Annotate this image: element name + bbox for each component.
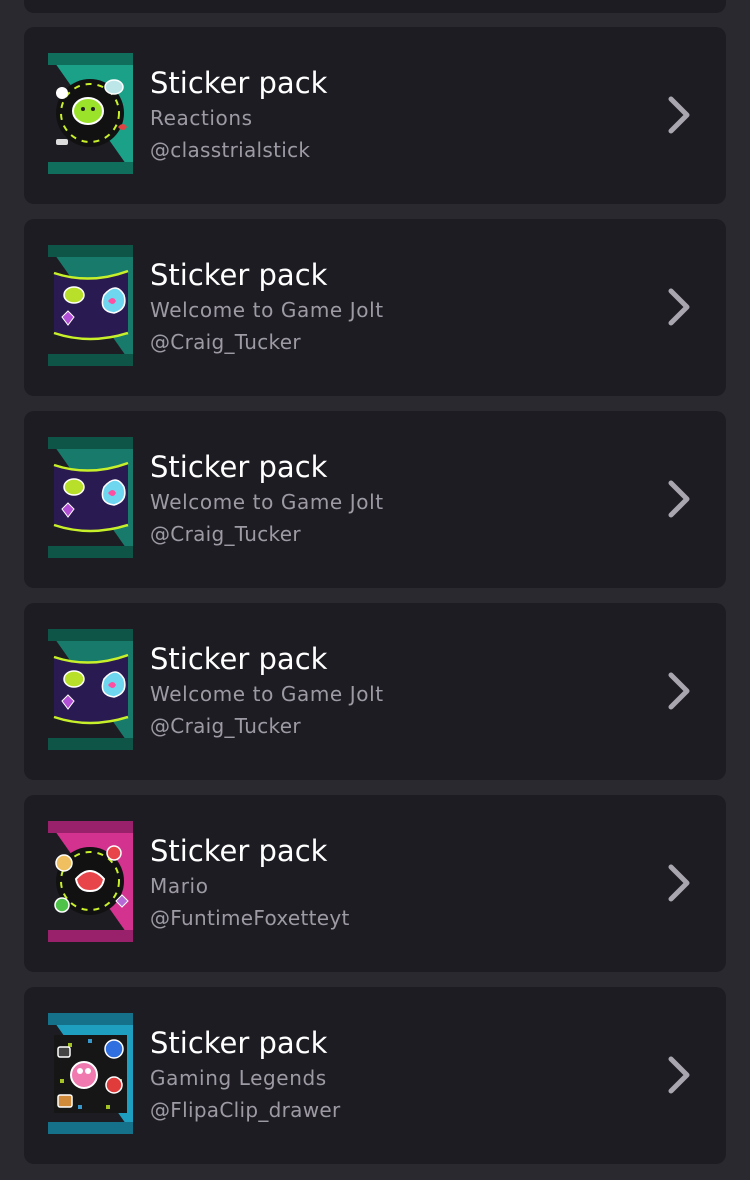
- sticker-pack-card-mario[interactable]: Sticker pack Mario @FuntimeFoxetteyt: [24, 795, 726, 972]
- pack-name: Welcome to Game Jolt: [150, 298, 384, 322]
- sticker-pack-icon: [48, 1009, 133, 1138]
- card-title: Sticker pack: [150, 258, 328, 292]
- sticker-pack-icon: [48, 241, 133, 370]
- pack-author[interactable]: @FlipaClip_drawer: [150, 1097, 341, 1123]
- sticker-pack-card-welcome[interactable]: Sticker pack Welcome to Game Jolt @Craig…: [24, 219, 726, 396]
- chevron-right-icon[interactable]: [664, 671, 694, 711]
- pack-name: Reactions: [150, 106, 253, 130]
- sticker-pack-icon: [48, 817, 133, 946]
- pack-author[interactable]: @Craig_Tucker: [150, 329, 301, 355]
- chevron-right-icon[interactable]: [664, 863, 694, 903]
- sticker-pack-card-gaming-legends[interactable]: Sticker pack Gaming Legends @FlipaClip_d…: [24, 987, 726, 1164]
- chevron-right-icon[interactable]: [664, 479, 694, 519]
- pack-name: Welcome to Game Jolt: [150, 682, 384, 706]
- pack-name: Mario: [150, 874, 209, 898]
- sticker-pack-card-welcome[interactable]: Sticker pack Welcome to Game Jolt @Craig…: [24, 411, 726, 588]
- pack-author[interactable]: @Craig_Tucker: [150, 521, 301, 547]
- previous-card-edge: [24, 0, 726, 13]
- pack-author[interactable]: @Craig_Tucker: [150, 713, 301, 739]
- chevron-right-icon[interactable]: [664, 287, 694, 327]
- pack-name: Gaming Legends: [150, 1066, 327, 1090]
- sticker-pack-card-welcome[interactable]: Sticker pack Welcome to Game Jolt @Craig…: [24, 603, 726, 780]
- sticker-pack-icon: [48, 49, 133, 178]
- sticker-pack-icon: [48, 625, 133, 754]
- pack-author[interactable]: @classtrialstick: [150, 137, 310, 163]
- chevron-right-icon[interactable]: [664, 95, 694, 135]
- card-title: Sticker pack: [150, 66, 328, 100]
- card-title: Sticker pack: [150, 834, 328, 868]
- sticker-pack-list: Sticker pack Reactions @classtrialstick …: [0, 0, 750, 1180]
- card-title: Sticker pack: [150, 1026, 328, 1060]
- card-title: Sticker pack: [150, 642, 328, 676]
- card-title: Sticker pack: [150, 450, 328, 484]
- pack-name: Welcome to Game Jolt: [150, 490, 384, 514]
- sticker-pack-card-reactions[interactable]: Sticker pack Reactions @classtrialstick: [24, 27, 726, 204]
- pack-author[interactable]: @FuntimeFoxetteyt: [150, 905, 350, 931]
- sticker-pack-icon: [48, 433, 133, 562]
- chevron-right-icon[interactable]: [664, 1055, 694, 1095]
